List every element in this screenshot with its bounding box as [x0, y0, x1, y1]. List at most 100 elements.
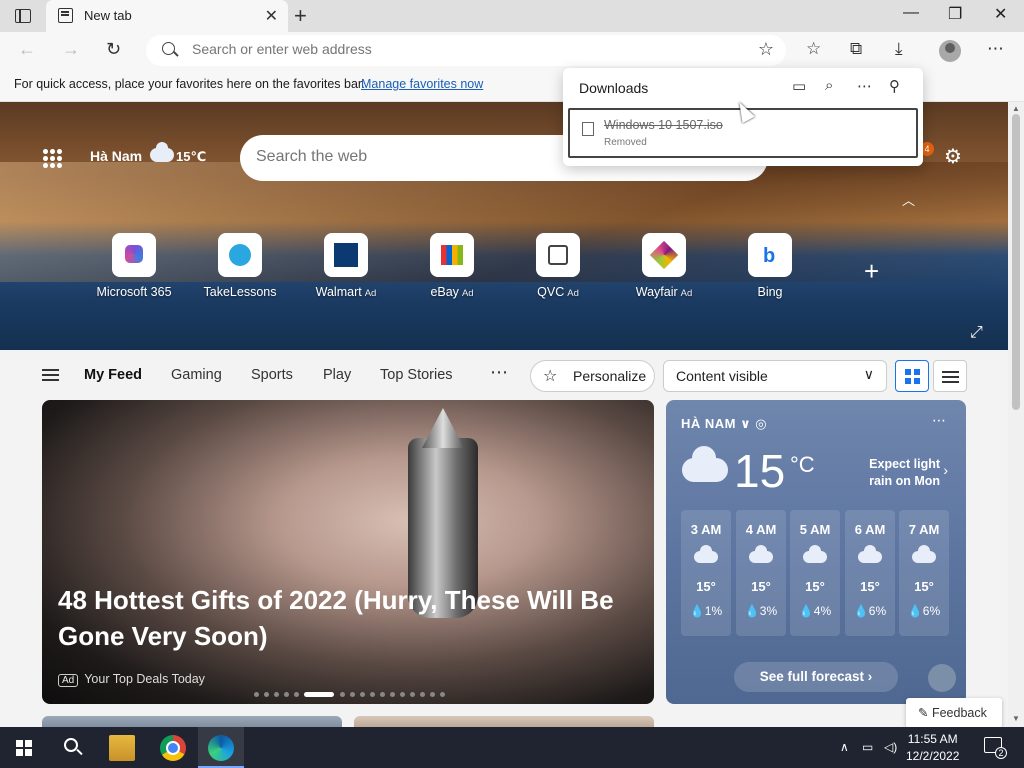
- favorites-bar-message: For quick access, place your favorites h…: [14, 77, 365, 91]
- hero-location[interactable]: Hà Nam: [90, 148, 142, 164]
- manage-favorites-link[interactable]: Manage favorites now: [361, 77, 483, 91]
- ad-label: Ad: [364, 288, 377, 299]
- weather-avatar[interactable]: [928, 664, 956, 692]
- add-favorite-icon[interactable]: ☆: [758, 39, 774, 60]
- web-search-input[interactable]: [256, 148, 556, 166]
- add-quick-link-button[interactable]: +: [864, 256, 879, 287]
- close-tab-icon[interactable]: ✕: [265, 6, 278, 26]
- content-visibility-select[interactable]: Content visible ∨: [663, 360, 887, 392]
- hourly-forecast[interactable]: 4 AM 15° 💧3%: [736, 510, 786, 636]
- quick-link-ebay[interactable]: eBay Ad: [406, 233, 498, 299]
- ebay-icon: [430, 233, 474, 277]
- article-source: Your Top Deals Today: [84, 672, 205, 686]
- weather-more-icon[interactable]: ⋯: [932, 412, 946, 429]
- close-window-button[interactable]: ✕: [994, 4, 1007, 24]
- grid-view-button[interactable]: [895, 360, 929, 392]
- chevron-up-icon[interactable]: ∧: [840, 740, 849, 754]
- sparkle-icon: ☆: [543, 368, 558, 385]
- quick-link-label: QVC: [537, 285, 565, 299]
- download-filename[interactable]: Windows 10 1507.iso: [604, 118, 723, 132]
- chevron-right-icon[interactable]: ›: [943, 462, 948, 478]
- downloads-icon[interactable]: ⤓: [895, 39, 903, 59]
- chevron-down-icon: ∨: [863, 366, 874, 382]
- hourly-forecast[interactable]: 7 AM 15° 💧6%: [899, 510, 949, 636]
- new-tab-page: Hà Nam 15℃ 4 ⚙ ︿ Microsoft 365 TakeLesso…: [0, 102, 1008, 727]
- quick-link-bing[interactable]: b Bing: [724, 233, 816, 299]
- article-thumbnail[interactable]: [42, 716, 342, 727]
- hourly-forecast[interactable]: 6 AM 15° 💧6%: [845, 510, 895, 636]
- forecast-summary[interactable]: Expect light rain on Mon: [850, 456, 940, 490]
- tab-actions-icon[interactable]: [12, 7, 34, 25]
- refresh-button[interactable]: ↻: [106, 39, 121, 60]
- tab-new-tab[interactable]: New tab ✕: [46, 0, 288, 32]
- quick-link-walmart[interactable]: Walmart Ad: [300, 233, 392, 299]
- collections-icon[interactable]: ⧉: [850, 39, 862, 59]
- search-icon[interactable]: [64, 738, 78, 752]
- file-explorer-icon[interactable]: [109, 735, 135, 761]
- feed-tab-sports[interactable]: Sports: [251, 367, 293, 383]
- article-thumbnail[interactable]: [354, 716, 654, 727]
- volume-icon[interactable]: ◁): [884, 740, 897, 754]
- see-full-forecast-button[interactable]: See full forecast ›: [734, 662, 898, 692]
- back-button[interactable]: ←: [18, 39, 36, 60]
- ad-label: Ad: [680, 288, 693, 299]
- settings-more-icon[interactable]: ⋯: [987, 39, 1004, 59]
- feed-tab-top-stories[interactable]: Top Stories: [380, 367, 453, 383]
- scroll-up-arrow[interactable]: ▲: [1012, 104, 1020, 113]
- address-bar[interactable]: ☆: [146, 35, 786, 66]
- feedback-button[interactable]: ✎ Feedback: [906, 698, 1002, 727]
- feedback-icon: ✎: [918, 706, 932, 720]
- personalize-button[interactable]: ☆ Personalize: [530, 360, 655, 392]
- cloud-icon: [912, 545, 936, 563]
- profile-avatar[interactable]: [939, 40, 961, 62]
- weather-card[interactable]: HÀ NAM ∨ ◎ ⋯ 15 °C Expect light rain on …: [666, 400, 966, 704]
- app-launcher-icon[interactable]: [42, 148, 62, 168]
- article-headline[interactable]: 48 Hottest Gifts of 2022 (Hurry, These W…: [58, 582, 648, 654]
- restore-button[interactable]: ❐: [948, 4, 962, 24]
- hero-temperature[interactable]: 15℃: [176, 149, 206, 165]
- pin-icon[interactable]: ⚲: [889, 77, 900, 95]
- quick-link-qvc[interactable]: QVC Ad: [512, 233, 604, 299]
- vertical-scrollbar[interactable]: ▲ ▼: [1008, 102, 1024, 727]
- feed-tab-gaming[interactable]: Gaming: [171, 367, 222, 383]
- address-input[interactable]: [192, 41, 732, 57]
- clock[interactable]: 11:55 AM 12/2/2022: [906, 731, 959, 765]
- hourly-forecast[interactable]: 5 AM 15° 💧4%: [790, 510, 840, 636]
- notification-center-icon[interactable]: 2: [984, 737, 1007, 759]
- gear-icon[interactable]: ⚙: [944, 144, 962, 169]
- hourly-forecast[interactable]: 3 AM 15° 💧1%: [681, 510, 731, 636]
- walmart-icon: [324, 233, 368, 277]
- expand-icon[interactable]: ⤢: [970, 324, 983, 342]
- weather-unit[interactable]: °C: [790, 452, 815, 478]
- search-icon: [162, 42, 175, 55]
- feed-tab-play[interactable]: Play: [323, 367, 351, 383]
- forward-button[interactable]: →: [62, 39, 80, 60]
- quick-link-microsoft-365[interactable]: Microsoft 365: [88, 233, 180, 299]
- weather-location[interactable]: HÀ NAM ∨ ◎: [681, 416, 767, 432]
- quick-link-wayfair[interactable]: Wayfair Ad: [618, 233, 710, 299]
- more-feeds-icon[interactable]: ⋯: [490, 362, 509, 383]
- scrollbar-thumb[interactable]: [1012, 114, 1020, 410]
- weather-temp: 15: [734, 445, 786, 497]
- start-button[interactable]: [16, 740, 32, 756]
- navigation-bar: ← → ↻ ☆ ☆ ⧉ ⤓ ⋯: [0, 32, 1024, 70]
- file-icon: [582, 122, 594, 136]
- scroll-down-arrow[interactable]: ▼: [1012, 714, 1020, 723]
- favorites-icon[interactable]: ☆: [806, 39, 821, 59]
- more-options-icon[interactable]: ⋯: [857, 77, 872, 95]
- feed-tab-my-feed[interactable]: My Feed: [84, 367, 142, 383]
- quick-link-takelessons[interactable]: TakeLessons: [194, 233, 286, 299]
- chevron-up-icon[interactable]: ︿: [902, 190, 915, 209]
- menu-icon[interactable]: [42, 369, 59, 371]
- network-icon[interactable]: ▭: [862, 740, 873, 754]
- chrome-icon[interactable]: [160, 735, 186, 761]
- new-tab-button[interactable]: +: [294, 3, 307, 29]
- search-icon[interactable]: ⌕: [825, 77, 833, 94]
- edge-icon[interactable]: [208, 735, 234, 761]
- list-view-button[interactable]: [933, 360, 967, 392]
- quick-link-label: Walmart: [315, 285, 362, 299]
- minimize-button[interactable]: —: [903, 4, 919, 22]
- folder-icon[interactable]: ▭: [792, 77, 806, 95]
- featured-article-card[interactable]: 48 Hottest Gifts of 2022 (Hurry, These W…: [42, 400, 654, 704]
- bing-icon: b: [748, 233, 792, 277]
